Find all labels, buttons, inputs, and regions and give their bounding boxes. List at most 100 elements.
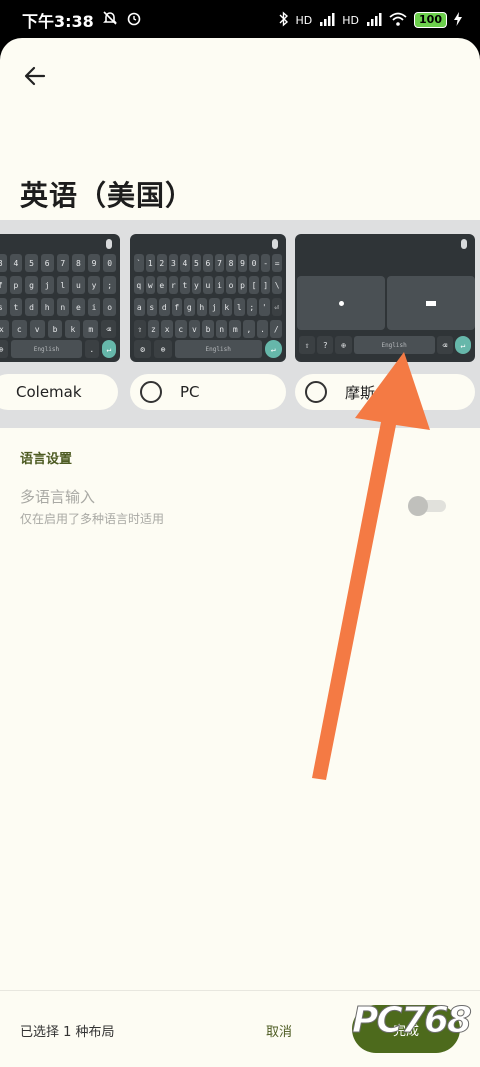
section-header-language-settings: 语言设置 <box>20 452 73 467</box>
space-key: English <box>11 340 82 358</box>
key: q <box>134 276 144 294</box>
shift-icon: ⇧ <box>299 336 316 354</box>
multilingual-input-toggle[interactable] <box>408 496 446 516</box>
space-key: English <box>353 336 435 354</box>
kb-row: x c v b k m ⌫ <box>0 320 117 338</box>
key: n <box>215 320 228 338</box>
kb-row: ⊕ English . ↵ <box>0 340 116 358</box>
key: n <box>56 298 70 316</box>
key: ; <box>246 298 257 316</box>
key: . <box>256 320 269 338</box>
kb-row: ⇧ ? ⊕ English ⌫ ↵ <box>299 336 472 354</box>
selected-layout-count: 已选择 1 种布局 <box>20 1025 115 1040</box>
space-label: English <box>381 341 407 349</box>
key: 2 <box>157 254 167 272</box>
key: m <box>83 320 99 338</box>
key: j <box>209 298 220 316</box>
key: ⌫ <box>101 320 117 338</box>
key: p <box>237 276 248 294</box>
key: c <box>174 320 187 338</box>
key: ` <box>134 254 144 272</box>
key: i <box>214 276 225 294</box>
layout-carousel[interactable]: 3 4 5 6 7 8 9 0 f p g j l u y ; s t d h … <box>0 220 480 428</box>
layout-option-pc[interactable]: PC <box>130 374 286 410</box>
enter-icon: ↵ <box>101 340 116 358</box>
key: ' <box>259 298 270 316</box>
key: 8 <box>72 254 85 272</box>
key: g <box>25 276 38 294</box>
key: w <box>145 276 156 294</box>
mic-icon <box>272 239 278 249</box>
key: 0 <box>249 254 259 272</box>
key: i <box>87 298 101 316</box>
alarm-icon <box>126 10 142 30</box>
key: 3 <box>0 254 7 272</box>
morse-dot-key <box>297 276 385 330</box>
key: ] <box>260 276 271 294</box>
key: 9 <box>87 254 101 272</box>
enter-icon: ↵ <box>454 336 472 354</box>
layout-settings-screen: 英语（美国） 3 4 5 6 7 8 9 0 f p g j l u y ; s… <box>0 38 480 1067</box>
key: 4 <box>9 254 23 272</box>
key: u <box>203 276 213 294</box>
key: y <box>191 276 202 294</box>
keyboard-preview-morse[interactable]: ⇧ ? ⊕ English ⌫ ↵ <box>295 234 475 362</box>
key: u <box>72 276 85 294</box>
keyboard-preview-colemak[interactable]: 3 4 5 6 7 8 9 0 f p g j l u y ; s t d h … <box>0 234 120 362</box>
muted-bell-icon <box>102 10 118 30</box>
kb-row: ` 1 2 3 4 5 6 7 8 9 0 - = <box>134 254 282 272</box>
space-key: English <box>174 340 262 358</box>
key: \ <box>272 276 282 294</box>
backspace-icon: ⌫ <box>436 336 453 354</box>
key: b <box>47 320 63 338</box>
key: 4 <box>180 254 190 272</box>
help-icon: ? <box>317 336 334 354</box>
charging-icon <box>454 11 462 29</box>
key: ⇧ <box>134 320 146 338</box>
key: l <box>234 298 245 316</box>
period-key: . <box>84 340 99 358</box>
key: 5 <box>191 254 202 272</box>
key: 9 <box>237 254 248 272</box>
keyboard-preview-pc[interactable]: ` 1 2 3 4 5 6 7 8 9 0 - = q w e r t y u … <box>130 234 286 362</box>
globe-icon: ⊕ <box>154 340 172 358</box>
key: s <box>0 298 7 316</box>
globe-icon: ⊕ <box>335 336 352 354</box>
toggle-thumb <box>408 496 428 516</box>
layout-option-colemak[interactable]: Colemak <box>0 374 118 410</box>
bluetooth-icon <box>279 10 289 30</box>
key: s <box>146 298 157 316</box>
key: x <box>161 320 173 338</box>
mic-icon <box>106 239 112 249</box>
space-label: English <box>205 345 231 353</box>
key: 7 <box>56 254 70 272</box>
key: 5 <box>25 254 38 272</box>
back-arrow-icon <box>24 66 46 86</box>
radio-button-pc[interactable] <box>140 381 162 403</box>
key: f <box>0 276 7 294</box>
kb-row: s t d h n e i o <box>0 298 116 316</box>
key: o <box>226 276 236 294</box>
watermark-logo: PC768 <box>352 1000 473 1042</box>
key: ⏎ <box>271 298 282 316</box>
cancel-button[interactable]: 取消 <box>266 1021 292 1040</box>
layout-option-morse[interactable]: 摩斯 <box>295 374 475 410</box>
key: , <box>243 320 255 338</box>
layout-label-colemak: Colemak <box>16 383 82 401</box>
signal-hd-label-1: HD <box>295 13 313 27</box>
back-button[interactable] <box>22 62 50 90</box>
key: k <box>221 298 232 316</box>
key: o <box>103 298 116 316</box>
kb-row: a s d f g h j k l ; ' ⏎ <box>134 298 282 316</box>
key: - <box>260 254 271 272</box>
signal-hd-label-2: HD <box>342 13 360 27</box>
key: 3 <box>168 254 179 272</box>
kb-row: q w e r t y u i o p [ ] \ <box>134 276 282 294</box>
battery-indicator: 100 <box>414 12 447 28</box>
space-label: English <box>33 345 60 353</box>
key: = <box>272 254 282 272</box>
wifi-icon <box>389 12 407 29</box>
radio-button-morse[interactable] <box>305 381 327 403</box>
multilingual-input-subtitle: 仅在启用了多种语言时适用 <box>20 512 165 526</box>
key: m <box>229 320 242 338</box>
